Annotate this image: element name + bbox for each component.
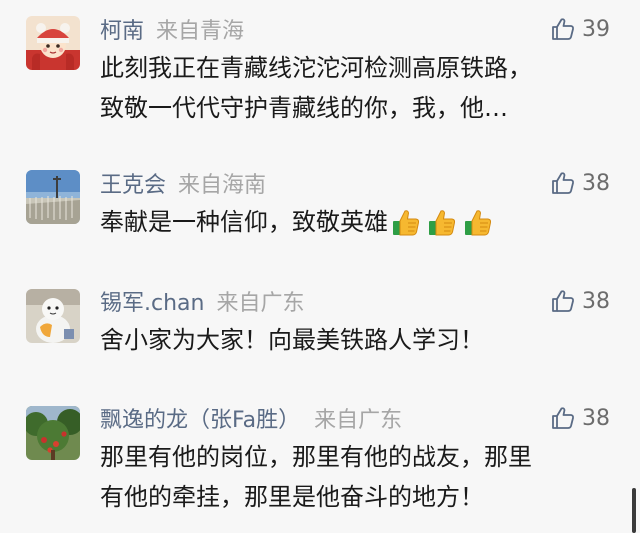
like-button[interactable]: 39 — [550, 12, 610, 46]
avatar[interactable] — [26, 406, 80, 460]
comment-text-content: 奉献是一种信仰，致敬英雄 — [100, 208, 388, 236]
comment-text: 那里有他的岗位，那里有他的战友，那里 有他的牵挂，那里是他奋斗的地方！ — [100, 437, 618, 517]
cartoon-girl-avatar — [26, 16, 80, 70]
comment-text-line: 有他的牵挂，那里是他奋斗的地方！ — [100, 483, 484, 511]
thumbs-up-emoji-icon — [465, 210, 492, 236]
comment-text-line: 那里有他的岗位，那里有他的战友，那里 — [100, 443, 532, 471]
like-count: 39 — [582, 16, 610, 42]
username[interactable]: 飘逸的龙（张Fa胜） — [100, 402, 300, 434]
location-label: 来自青海 — [156, 19, 245, 44]
avatar[interactable] — [26, 170, 80, 224]
comment-list: 柯南 来自青海 39 此刻我正在青藏线沱沱河检测高原铁路， 致敬一代代守护青藏线… — [0, 0, 640, 533]
like-count: 38 — [582, 405, 610, 431]
comment-text-line: 奉献是一种信仰，致敬英雄 — [100, 202, 618, 242]
scrollbar[interactable] — [632, 488, 636, 533]
comment-meta: 锡军.chan 来自广东 — [100, 284, 304, 318]
username[interactable]: 王克会 — [100, 167, 166, 199]
comment-text: 奉献是一种信仰，致敬英雄 — [100, 202, 618, 242]
like-button[interactable]: 38 — [550, 401, 610, 435]
like-button[interactable]: 38 — [550, 166, 610, 200]
thumbs-up-icon — [552, 407, 574, 429]
thumbs-up-icon — [552, 18, 574, 40]
comment-text-line: 致敬一代代守护青藏线的你，我，他… — [100, 94, 508, 122]
location-label: 来自广东 — [314, 408, 403, 433]
fruit-tree-avatar — [26, 406, 80, 460]
location-label: 来自海南 — [178, 173, 267, 198]
emoji-group — [390, 207, 494, 239]
username[interactable]: 锡军.chan — [100, 285, 204, 317]
like-button[interactable]: 38 — [550, 284, 610, 318]
avatar[interactable] — [26, 16, 80, 70]
comment-text: 舍小家为大家！向最美铁路人学习！ — [100, 320, 618, 360]
thumbs-up-icon — [552, 290, 574, 312]
thumbs-up-emoji-icon — [429, 210, 456, 236]
snowman-figure-avatar — [26, 289, 80, 343]
comment-text: 此刻我正在青藏线沱沱河检测高原铁路， 致敬一代代守护青藏线的你，我，他… — [100, 48, 618, 128]
comment-meta: 飘逸的龙（张Fa胜） 来自广东 — [100, 401, 402, 435]
thumbs-up-emoji-icon — [393, 210, 420, 236]
comment-meta: 王克会 来自海南 — [100, 166, 266, 200]
comment-meta: 柯南 来自青海 — [100, 12, 244, 46]
like-count: 38 — [582, 170, 610, 196]
username[interactable]: 柯南 — [100, 13, 144, 45]
comment-text-line: 此刻我正在青藏线沱沱河检测高原铁路， — [100, 54, 532, 82]
comment-text-line: 舍小家为大家！向最美铁路人学习！ — [100, 326, 484, 354]
like-count: 38 — [582, 288, 610, 314]
avatar[interactable] — [26, 289, 80, 343]
thumbs-up-icon — [552, 172, 574, 194]
landscape-photo-avatar — [26, 170, 80, 224]
location-label: 来自广东 — [216, 291, 305, 316]
